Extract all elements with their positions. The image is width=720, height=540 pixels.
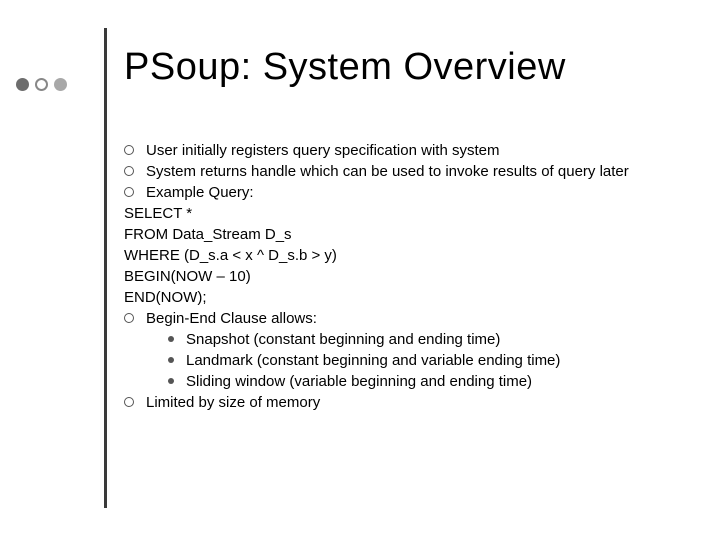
hollow-circle-icon: [124, 313, 134, 323]
bullet-level-2: Landmark (constant beginning and variabl…: [124, 350, 680, 371]
dot-icon: [54, 78, 67, 91]
bullet-text: User initially registers query specifica…: [146, 140, 680, 161]
code-line: WHERE (D_s.a < x ^ D_s.b > y): [124, 245, 680, 266]
slide-body: User initially registers query specifica…: [124, 140, 680, 413]
slide: PSoup: System Overview User initially re…: [0, 0, 720, 540]
filled-circle-icon: [168, 378, 174, 384]
bullet-text: Snapshot (constant beginning and ending …: [186, 329, 680, 350]
dot-icon: [35, 78, 48, 91]
decorative-dots: [16, 78, 67, 91]
bullet-level-2: Sliding window (variable beginning and e…: [124, 371, 680, 392]
bullet-level-1: Begin-End Clause allows:: [124, 308, 680, 329]
slide-title: PSoup: System Overview: [124, 46, 566, 89]
bullet-text: System returns handle which can be used …: [146, 161, 680, 182]
bullet-text: Limited by size of memory: [146, 392, 680, 413]
filled-circle-icon: [168, 336, 174, 342]
code-line: SELECT *: [124, 203, 680, 224]
bullet-level-2: Snapshot (constant beginning and ending …: [124, 329, 680, 350]
bullet-level-1: Limited by size of memory: [124, 392, 680, 413]
filled-circle-icon: [168, 357, 174, 363]
bullet-level-1: System returns handle which can be used …: [124, 161, 680, 182]
code-line: FROM Data_Stream D_s: [124, 224, 680, 245]
dot-icon: [16, 78, 29, 91]
bullet-text: Example Query:: [146, 182, 680, 203]
hollow-circle-icon: [124, 166, 134, 176]
code-line: BEGIN(NOW – 10): [124, 266, 680, 287]
bullet-text: Begin-End Clause allows:: [146, 308, 680, 329]
hollow-circle-icon: [124, 397, 134, 407]
hollow-circle-icon: [124, 187, 134, 197]
bullet-level-1: Example Query:: [124, 182, 680, 203]
code-line: END(NOW);: [124, 287, 680, 308]
hollow-circle-icon: [124, 145, 134, 155]
bullet-text: Landmark (constant beginning and variabl…: [186, 350, 680, 371]
bullet-level-1: User initially registers query specifica…: [124, 140, 680, 161]
vertical-divider: [104, 28, 107, 508]
bullet-text: Sliding window (variable beginning and e…: [186, 371, 680, 392]
